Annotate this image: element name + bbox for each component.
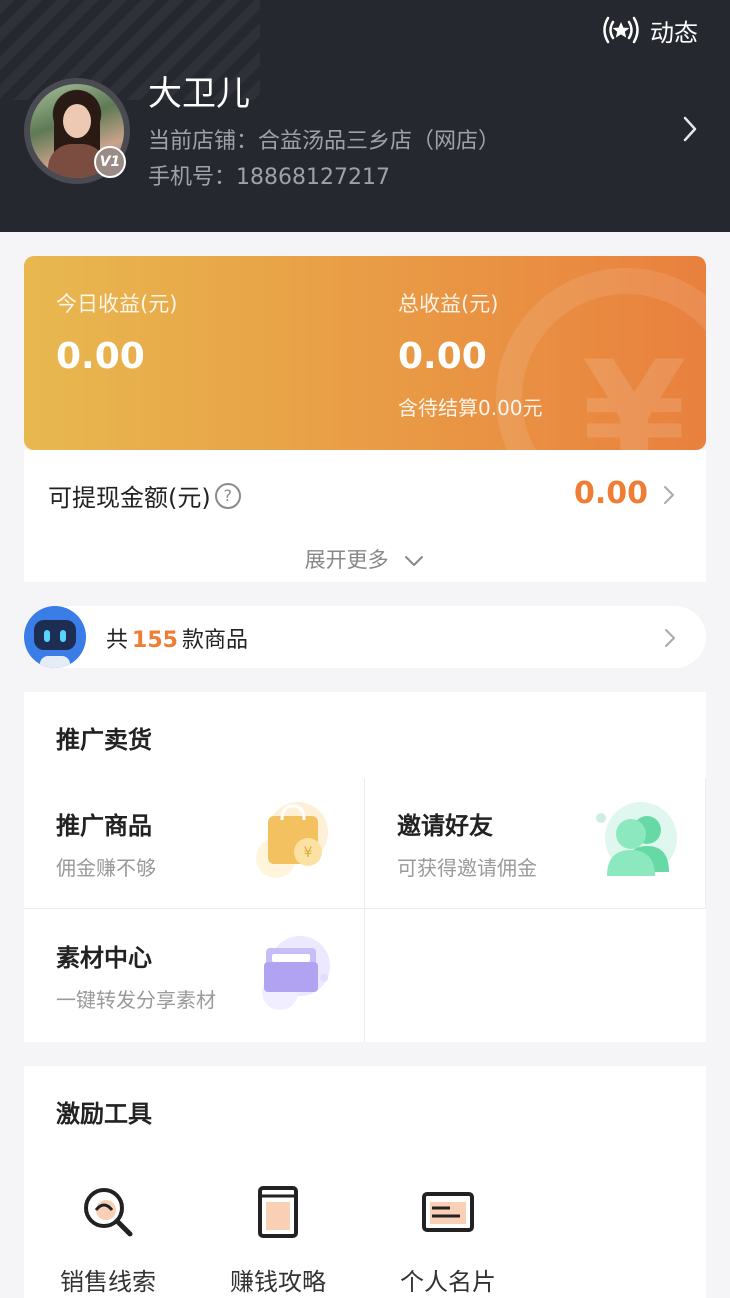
book-icon	[258, 1186, 298, 1238]
vip-level-badge: V1	[94, 146, 126, 178]
search-lead-icon	[84, 1188, 133, 1237]
tool-label: 个人名片	[400, 1268, 496, 1296]
cell-title: 邀请好友	[397, 812, 493, 840]
invite-friends-cell[interactable]: 邀请好友 可获得邀请佣金	[365, 778, 705, 910]
tool-label: 销售线索	[60, 1268, 156, 1296]
promote-goods-cell[interactable]: 推广商品 佣金赚不够 ¥	[24, 778, 364, 910]
withdraw-section: 可提现金额(元) ? 0.00 展开更多	[24, 450, 706, 582]
goods-prefix: 共	[106, 628, 129, 653]
withdrawable-amount[interactable]: 0.00	[574, 476, 648, 511]
friends-icon	[596, 802, 677, 876]
goods-count-bar[interactable]: 共 155 款商品	[24, 606, 706, 668]
withdrawable-text: 可提现金额(元)	[48, 484, 211, 512]
tool-business-card[interactable]: 个人名片	[388, 1184, 508, 1297]
today-earnings-value: 0.00	[56, 336, 145, 377]
profile-header: 动态 V1 大卫儿 当前店铺：合益汤品三乡店（网店） 手机号：188681272…	[0, 0, 730, 232]
goods-count-text: 共 155 款商品	[106, 622, 248, 654]
yen-watermark: ¥	[582, 330, 687, 450]
withdrawable-label: 可提现金额(元) ?	[48, 478, 241, 513]
cell-title: 素材中心	[56, 944, 152, 972]
expand-more-label: 展开更多	[304, 548, 389, 572]
chevron-right-icon[interactable]	[662, 484, 676, 506]
dynamic-button[interactable]: 动态	[600, 12, 698, 48]
promote-section: 推广卖货 推广商品 佣金赚不够 ¥ 邀请好友 可获得邀请佣金 素材中心 一键转发…	[24, 692, 706, 1042]
goods-count: 155	[132, 628, 178, 653]
promote-title: 推广卖货	[56, 726, 152, 754]
user-name: 大卫儿	[148, 74, 250, 114]
phone-number: 手机号：18868127217	[148, 165, 390, 190]
divider	[705, 778, 706, 908]
chevron-right-icon	[665, 629, 675, 647]
current-shop: 当前店铺：合益汤品三乡店（网店）	[148, 129, 501, 154]
cell-subtitle: 佣金赚不够	[56, 856, 156, 880]
pending-settlement: 含待结算0.00元	[398, 396, 543, 420]
expand-more-button[interactable]: 展开更多	[24, 544, 706, 574]
svg-text:¥: ¥	[304, 845, 313, 861]
chevron-down-icon	[405, 556, 424, 566]
cell-subtitle: 一键转发分享素材	[56, 988, 216, 1012]
cell-subtitle: 可获得邀请佣金	[397, 856, 537, 880]
help-icon[interactable]: ?	[214, 482, 241, 509]
card-icon	[422, 1192, 474, 1232]
tool-sales-leads[interactable]: 销售线索	[48, 1184, 168, 1297]
earnings-card: ¥ 今日收益(元) 0.00 总收益(元) 0.00 含待结算0.00元	[24, 256, 706, 450]
robot-icon	[24, 606, 86, 668]
chevron-right-icon[interactable]	[680, 114, 700, 144]
incentive-tools-section: 激励工具 销售线索 赚钱攻略 个人名片	[24, 1066, 706, 1298]
broadcast-star-icon	[603, 16, 639, 44]
shopping-bag-icon: ¥	[256, 802, 328, 878]
folder-icon	[262, 936, 330, 1010]
tool-money-guide[interactable]: 赚钱攻略	[218, 1184, 338, 1297]
total-earnings-value: 0.00	[398, 336, 487, 377]
dynamic-label: 动态	[650, 18, 698, 47]
tools-title: 激励工具	[56, 1100, 152, 1128]
cell-title: 推广商品	[56, 812, 152, 840]
tool-label: 赚钱攻略	[230, 1268, 326, 1296]
today-earnings-label: 今日收益(元)	[56, 292, 178, 316]
total-earnings-label: 总收益(元)	[398, 292, 499, 316]
material-center-cell[interactable]: 素材中心 一键转发分享素材	[24, 910, 364, 1042]
goods-suffix: 款商品	[181, 628, 248, 653]
